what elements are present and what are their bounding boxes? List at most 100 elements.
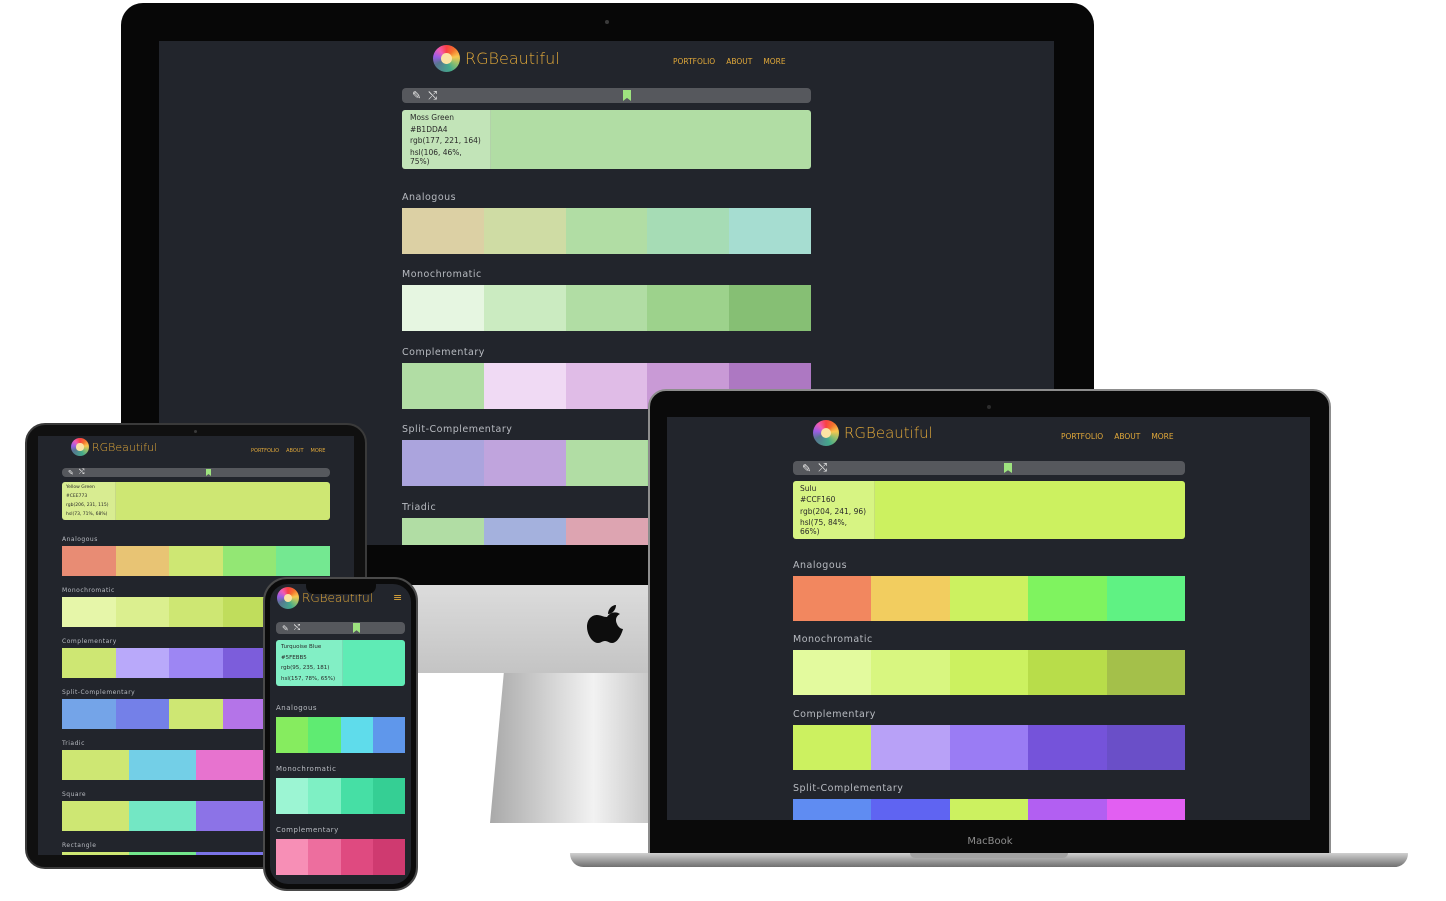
color-swatch[interactable] bbox=[62, 750, 129, 780]
color-hsl[interactable]: hsl(106, 46%, 75%) bbox=[410, 148, 482, 166]
color-swatch[interactable] bbox=[1106, 725, 1186, 770]
color-swatch[interactable] bbox=[565, 285, 648, 331]
logo[interactable]: RGBeautiful bbox=[71, 438, 157, 456]
color-hsl[interactable]: hsl(73, 71%, 68%) bbox=[66, 512, 111, 517]
color-swatch[interactable] bbox=[1028, 799, 1107, 820]
color-swatch[interactable] bbox=[647, 208, 730, 254]
color-rgb[interactable]: rgb(204, 241, 96) bbox=[800, 507, 867, 516]
color-swatch[interactable] bbox=[402, 518, 484, 545]
color-swatch[interactable] bbox=[276, 546, 330, 576]
color-swatch[interactable] bbox=[402, 440, 484, 486]
color-swatch[interactable] bbox=[1028, 725, 1107, 770]
color-swatch[interactable] bbox=[372, 717, 405, 753]
color-swatch[interactable] bbox=[565, 363, 648, 409]
color-swatch[interactable] bbox=[308, 717, 341, 753]
color-swatch[interactable] bbox=[115, 699, 170, 729]
color-swatch[interactable] bbox=[483, 285, 566, 331]
color-swatch[interactable] bbox=[372, 778, 405, 814]
color-swatch[interactable] bbox=[115, 546, 170, 576]
shuffle-icon[interactable]: ⤭ bbox=[294, 623, 300, 633]
color-swatch[interactable] bbox=[647, 285, 730, 331]
color-swatch[interactable] bbox=[372, 839, 405, 875]
color-swatch[interactable] bbox=[222, 546, 277, 576]
color-rgb[interactable]: rgb(95, 235, 181) bbox=[281, 665, 337, 671]
color-swatch[interactable] bbox=[196, 750, 263, 780]
color-swatch[interactable] bbox=[129, 801, 196, 831]
nav-portfolio[interactable]: PORTFOLIO bbox=[251, 448, 279, 454]
color-hsl[interactable]: hsl(157, 78%, 65%) bbox=[281, 676, 337, 682]
color-swatch[interactable] bbox=[483, 518, 566, 545]
color-swatch[interactable] bbox=[196, 852, 263, 855]
color-swatch[interactable] bbox=[169, 648, 223, 678]
color-swatch[interactable] bbox=[871, 725, 950, 770]
nav-about[interactable]: ABOUT bbox=[726, 57, 752, 66]
color-swatch[interactable] bbox=[1028, 650, 1107, 695]
pencil-icon[interactable]: ✎ bbox=[412, 89, 421, 102]
color-swatch[interactable] bbox=[402, 285, 484, 331]
bookmark-icon[interactable] bbox=[206, 469, 211, 476]
color-rgb[interactable]: rgb(206, 231, 115) bbox=[66, 503, 111, 508]
color-swatch[interactable] bbox=[483, 208, 566, 254]
color-swatch[interactable] bbox=[1106, 576, 1186, 621]
shuffle-icon[interactable]: ⤭ bbox=[79, 468, 85, 477]
color-swatch[interactable] bbox=[483, 363, 566, 409]
nav-about[interactable]: ABOUT bbox=[286, 448, 303, 454]
nav-more[interactable]: MORE bbox=[1151, 432, 1173, 441]
color-swatch[interactable] bbox=[62, 648, 116, 678]
color-swatch[interactable] bbox=[115, 597, 170, 627]
color-swatch[interactable] bbox=[729, 208, 811, 254]
color-swatch[interactable] bbox=[871, 799, 950, 820]
color-swatch[interactable] bbox=[276, 839, 309, 875]
color-swatch[interactable] bbox=[340, 717, 373, 753]
color-swatch[interactable] bbox=[62, 801, 129, 831]
pencil-icon[interactable]: ✎ bbox=[68, 469, 74, 477]
color-swatch[interactable] bbox=[115, 648, 170, 678]
color-swatch[interactable] bbox=[949, 576, 1029, 621]
color-swatch[interactable] bbox=[129, 852, 196, 855]
pencil-icon[interactable]: ✎ bbox=[282, 624, 289, 633]
color-swatch[interactable] bbox=[169, 597, 223, 627]
logo[interactable]: RGBeautiful bbox=[433, 45, 560, 72]
color-swatch[interactable] bbox=[276, 778, 309, 814]
shuffle-icon[interactable]: ⤭ bbox=[428, 89, 437, 103]
nav-portfolio[interactable]: PORTFOLIO bbox=[1061, 432, 1103, 441]
nav-more[interactable]: MORE bbox=[311, 448, 326, 454]
color-swatch[interactable] bbox=[483, 440, 566, 486]
color-swatch[interactable] bbox=[793, 650, 872, 695]
color-hex[interactable]: #CEE773 bbox=[66, 494, 111, 499]
color-swatch[interactable] bbox=[793, 799, 872, 820]
color-swatch[interactable] bbox=[1106, 799, 1186, 820]
nav-portfolio[interactable]: PORTFOLIO bbox=[673, 57, 715, 66]
color-rgb[interactable]: rgb(177, 221, 164) bbox=[410, 136, 482, 145]
color-swatch[interactable] bbox=[129, 750, 196, 780]
color-swatch[interactable] bbox=[340, 778, 373, 814]
color-swatch[interactable] bbox=[949, 799, 1029, 820]
logo[interactable]: RGBeautiful bbox=[813, 420, 933, 446]
color-swatch[interactable] bbox=[402, 208, 484, 254]
color-swatch[interactable] bbox=[871, 650, 950, 695]
color-swatch[interactable] bbox=[62, 546, 116, 576]
shuffle-icon[interactable]: ⤭ bbox=[818, 461, 827, 475]
color-swatch[interactable] bbox=[308, 778, 341, 814]
color-swatch[interactable] bbox=[402, 363, 484, 409]
color-swatch[interactable] bbox=[196, 801, 263, 831]
color-swatch[interactable] bbox=[62, 597, 116, 627]
color-hex[interactable]: #5FEBB5 bbox=[281, 655, 337, 661]
color-swatch[interactable] bbox=[340, 839, 373, 875]
bookmark-icon[interactable] bbox=[1004, 463, 1012, 473]
color-swatch[interactable] bbox=[62, 852, 129, 855]
color-swatch[interactable] bbox=[62, 699, 116, 729]
nav-about[interactable]: ABOUT bbox=[1114, 432, 1140, 441]
color-swatch[interactable] bbox=[1106, 650, 1186, 695]
color-swatch[interactable] bbox=[949, 650, 1029, 695]
color-swatch[interactable] bbox=[276, 717, 309, 753]
color-swatch[interactable] bbox=[729, 285, 811, 331]
color-swatch[interactable] bbox=[565, 208, 648, 254]
hamburger-icon[interactable]: ≡ bbox=[393, 591, 402, 604]
color-swatch[interactable] bbox=[565, 440, 648, 486]
color-hex[interactable]: #B1DDA4 bbox=[410, 125, 482, 134]
bookmark-icon[interactable] bbox=[353, 623, 360, 633]
nav-more[interactable]: MORE bbox=[763, 57, 785, 66]
color-hsl[interactable]: hsl(75, 84%, 66%) bbox=[800, 518, 867, 536]
color-swatch[interactable] bbox=[1028, 576, 1107, 621]
